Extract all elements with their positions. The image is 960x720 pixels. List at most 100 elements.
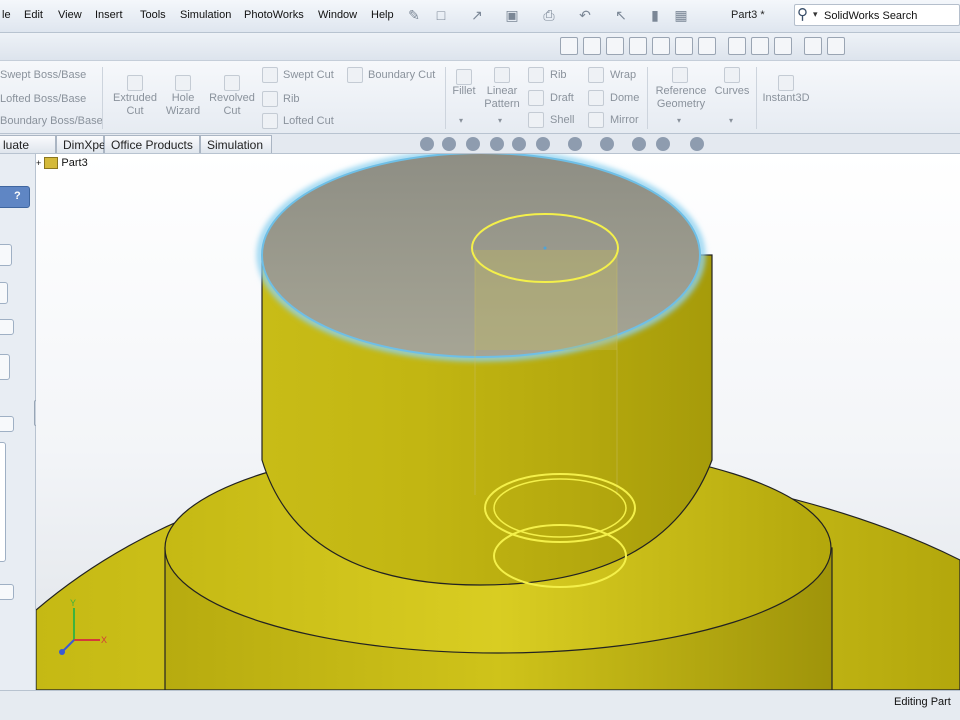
select-icon[interactable]: ↖ (612, 6, 630, 24)
print-icon[interactable]: ⎙ (540, 6, 558, 24)
display-style-icon[interactable] (536, 137, 550, 151)
selection-list[interactable] (0, 442, 6, 562)
hide-show-icon[interactable] (568, 137, 582, 151)
curves-dropdown-icon[interactable]: ▾ (729, 116, 733, 125)
swept-cut-button[interactable]: Swept Cut (283, 69, 334, 81)
extruded-cut-label-1[interactable]: Extruded (106, 92, 164, 104)
save-icon[interactable]: ▣ (503, 6, 521, 24)
dome-icon[interactable] (588, 90, 604, 106)
hole-wizard-label-1[interactable]: Hole (163, 92, 203, 104)
revolved-cut-label-2[interactable]: Cut (205, 105, 259, 117)
help-icon[interactable]: ? (14, 190, 21, 202)
tab-office-products[interactable]: Office Products (104, 135, 200, 153)
revolved-cut-label-1[interactable]: Revolved (205, 92, 259, 104)
sketch-tool-icon[interactable] (728, 37, 746, 55)
view-iso-icon[interactable] (698, 37, 716, 55)
edit-appearance-icon[interactable] (600, 137, 614, 151)
reference-geometry-icon[interactable] (672, 67, 688, 83)
smart-dimension-icon[interactable] (751, 37, 769, 55)
panel-field[interactable] (0, 282, 8, 304)
lofted-cut-icon[interactable] (262, 113, 278, 129)
tab-dimxpert[interactable]: DimXpert (56, 135, 113, 153)
zoom-to-fit-icon[interactable] (420, 137, 434, 151)
panel-tab[interactable] (0, 244, 12, 266)
menu-simulation[interactable]: Simulation (180, 9, 231, 21)
tab-evaluate[interactable]: luate (0, 135, 56, 153)
menu-tools[interactable]: Tools (140, 9, 166, 21)
reference-geometry-label-1[interactable]: Reference (652, 85, 710, 97)
apply-scene-icon[interactable] (632, 137, 646, 151)
pattern-dropdown-icon[interactable]: ▾ (498, 116, 502, 125)
extruded-cut-icon[interactable] (127, 75, 143, 91)
search-input[interactable]: ⚲ ▾ SolidWorks Search (794, 4, 960, 26)
rib-button[interactable]: Rib (550, 69, 567, 81)
collapse-button[interactable] (0, 584, 14, 600)
menu-window[interactable]: Window (318, 9, 357, 21)
swept-boss-button[interactable]: Swept Boss/Base (0, 69, 86, 81)
zoom-area-icon[interactable] (442, 137, 456, 151)
collapse-button[interactable] (0, 319, 14, 335)
shell-icon[interactable] (528, 112, 544, 128)
new-document-icon[interactable]: □ (432, 6, 450, 24)
sketch-center-point[interactable] (543, 246, 547, 250)
revolved-cut-icon[interactable] (224, 75, 240, 91)
lofted-cut-button[interactable]: Lofted Cut (283, 115, 334, 127)
relations-icon[interactable] (774, 37, 792, 55)
linear-pattern-label-2[interactable]: Pattern (480, 98, 524, 110)
menu-photoworks[interactable]: PhotoWorks (244, 9, 304, 21)
boundary-boss-button[interactable]: Boundary Boss/Base (0, 115, 103, 127)
view-back-icon[interactable] (583, 37, 601, 55)
linear-pattern-icon[interactable] (494, 67, 510, 83)
linear-pattern-label-1[interactable]: Linear (480, 85, 524, 97)
menu-help[interactable]: Help (371, 9, 394, 21)
draft-icon[interactable] (528, 90, 544, 106)
search-dropdown-icon[interactable]: ▾ (813, 9, 818, 20)
rebuild-icon[interactable]: ▮ (646, 6, 664, 24)
fillet-icon[interactable] (456, 69, 472, 85)
dome-button[interactable]: Dome (610, 92, 639, 104)
shell-button[interactable]: Shell (550, 114, 574, 126)
undo-icon[interactable]: ↶ (576, 6, 594, 24)
panel-field[interactable] (0, 354, 10, 380)
reference-dropdown-icon[interactable]: ▾ (677, 116, 681, 125)
view-bottom-icon[interactable] (675, 37, 693, 55)
view-right-icon[interactable] (629, 37, 647, 55)
hole-wizard-icon[interactable] (175, 75, 191, 91)
boundary-cut-icon[interactable] (347, 67, 363, 83)
tab-simulation[interactable]: Simulation (200, 135, 272, 153)
realview-icon[interactable] (690, 137, 704, 151)
rib-icon[interactable] (528, 67, 544, 83)
paste-icon[interactable] (827, 37, 845, 55)
menu-file[interactable]: le (2, 9, 11, 21)
view-left-icon[interactable] (606, 37, 624, 55)
options-icon[interactable]: ▦ (672, 6, 690, 24)
previous-view-icon[interactable] (466, 137, 480, 151)
section-view-icon[interactable] (490, 137, 504, 151)
menu-edit[interactable]: Edit (24, 9, 43, 21)
rib-cut-icon[interactable] (262, 91, 278, 107)
mirror-button[interactable]: Mirror (610, 114, 639, 126)
view-settings-icon[interactable] (656, 137, 670, 151)
mirror-icon[interactable] (588, 112, 604, 128)
curves-button[interactable]: Curves (712, 85, 752, 97)
fillet-dropdown-icon[interactable]: ▾ (459, 116, 463, 125)
menu-insert[interactable]: Insert (95, 9, 123, 21)
fillet-button[interactable]: Fillet (448, 85, 480, 97)
view-orientation-icon[interactable] (512, 137, 526, 151)
open-icon[interactable]: ↗ (468, 6, 486, 24)
graphics-area[interactable]: + Part3 Y X (36, 154, 960, 690)
instant3d-button[interactable]: Instant3D (760, 92, 812, 104)
reference-geometry-label-2[interactable]: Geometry (652, 98, 710, 110)
swept-cut-icon[interactable] (262, 67, 278, 83)
curves-icon[interactable] (724, 67, 740, 83)
view-front-icon[interactable] (560, 37, 578, 55)
boundary-cut-button[interactable]: Boundary Cut (368, 69, 435, 81)
instant3d-icon[interactable] (778, 75, 794, 91)
wrap-icon[interactable] (588, 67, 604, 83)
lofted-boss-button[interactable]: Lofted Boss/Base (0, 93, 86, 105)
part-model[interactable]: Y X (36, 154, 960, 690)
collapse-button[interactable] (0, 416, 14, 432)
rib-cut-button[interactable]: Rib (283, 93, 300, 105)
copy-icon[interactable] (804, 37, 822, 55)
view-top-icon[interactable] (652, 37, 670, 55)
